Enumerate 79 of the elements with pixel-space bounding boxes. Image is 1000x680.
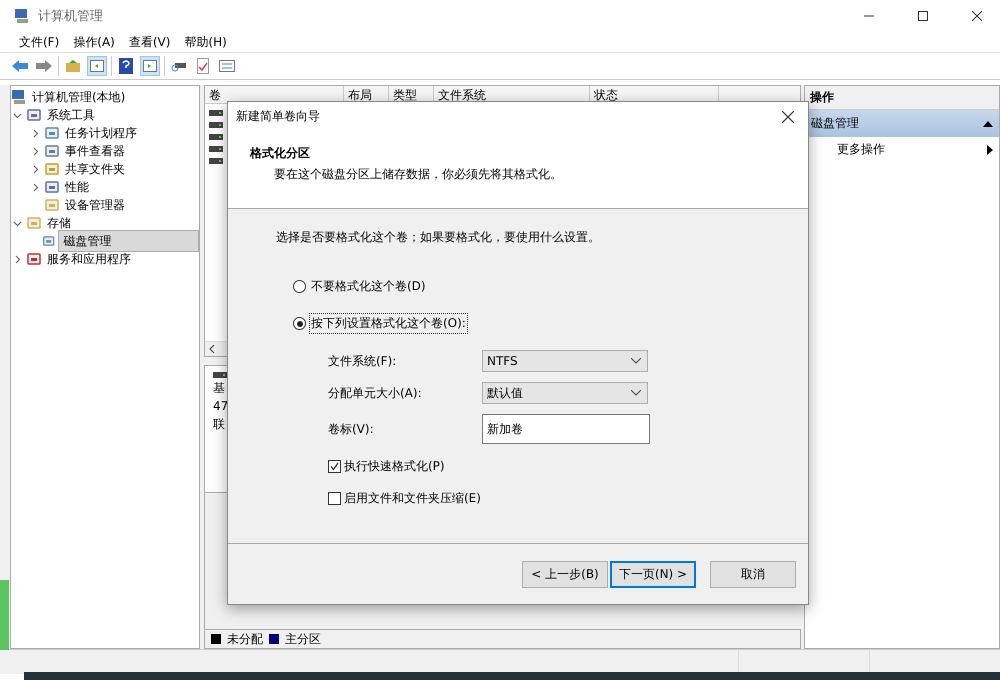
tree-item[interactable]: 磁盘管理 — [58, 230, 199, 252]
drive-icon — [209, 122, 223, 128]
menu-item[interactable]: 帮助(H) — [177, 32, 234, 52]
actions-header: 操作 — [805, 86, 999, 110]
radio-button[interactable] — [293, 317, 306, 330]
node-icon — [44, 179, 60, 195]
tree-item[interactable]: 共享文件夹 — [63, 160, 127, 178]
computer-icon — [11, 89, 27, 105]
tree-item[interactable]: 服务和应用程序 — [45, 250, 133, 268]
node-icon — [44, 143, 60, 159]
dropdown-caret-icon — [631, 358, 641, 364]
dialog-title: 新建简单卷向导 — [236, 108, 320, 125]
drive-icon — [209, 146, 223, 152]
next-button[interactable]: 下一页(N) > — [610, 560, 696, 588]
expand-chevron-icon[interactable] — [12, 254, 22, 264]
up-triangle-icon — [983, 120, 993, 126]
legend-label: 未分配 — [227, 630, 263, 648]
node-icon — [44, 161, 60, 177]
disk-info-text: 联 — [213, 416, 226, 432]
checkbox-label[interactable]: 执行快速格式化(P) — [344, 458, 445, 475]
node-icon — [26, 251, 42, 267]
close-icon — [972, 11, 982, 21]
legend-label: 主分区 — [285, 630, 321, 648]
dropdown-caret-icon — [631, 390, 641, 396]
collapse-chevron-icon[interactable] — [12, 218, 22, 228]
tree-item[interactable]: 任务计划程序 — [63, 124, 139, 142]
disk-info-text: 47 — [213, 398, 227, 414]
menu-item[interactable]: 操作(A) — [66, 32, 122, 52]
help-icon[interactable] — [116, 56, 136, 76]
window-title: 计算机管理 — [38, 8, 104, 25]
cancel-button[interactable]: 取消 — [710, 560, 796, 588]
node-icon — [26, 215, 42, 231]
tree-item[interactable]: 性能 — [63, 178, 91, 196]
computer-icon — [14, 8, 30, 24]
instruction-text: 选择是否要格式化这个卷；如果要格式化，要使用什么设置。 — [276, 229, 601, 246]
disk-info-text: 基 — [213, 380, 226, 396]
node-icon — [42, 233, 56, 249]
close-icon — [782, 110, 794, 122]
expand-chevron-icon[interactable] — [30, 128, 40, 138]
menu-item[interactable]: 查看(V) — [122, 32, 178, 52]
action-item[interactable]: 更多操作 — [805, 137, 999, 162]
desktop-background — [0, 580, 9, 650]
tree-item[interactable]: 存储 — [45, 214, 73, 232]
drive-icon — [209, 158, 223, 164]
drive-icon — [209, 134, 223, 140]
node-icon — [44, 197, 60, 213]
node-icon — [26, 107, 42, 123]
expand-chevron-icon[interactable] — [30, 164, 40, 174]
tree-item[interactable]: 设备管理器 — [63, 196, 127, 214]
radio-label[interactable]: 按下列设置格式化这个卷(O): — [309, 313, 468, 334]
radio-label[interactable]: 不要格式化这个卷(D) — [309, 276, 428, 297]
field-label: 文件系统(F): — [328, 352, 398, 370]
back-button[interactable]: < 上一步(B) — [522, 560, 608, 588]
page-heading: 格式化分区 — [250, 145, 311, 162]
node-icon — [44, 125, 60, 141]
console-tree-icon[interactable] — [87, 56, 107, 76]
expand-chevron-icon[interactable] — [30, 182, 40, 192]
maximize-icon — [918, 11, 928, 21]
expand-chevron-icon[interactable] — [30, 146, 40, 156]
input-field[interactable]: 新加卷 — [482, 414, 650, 444]
action-pane-icon[interactable] — [140, 56, 160, 76]
page-description: 要在这个磁盘分区上储存数据，你必须先将其格式化。 — [273, 166, 563, 183]
tree-item[interactable]: 计算机管理(本地) — [30, 88, 128, 106]
menu-item[interactable]: 文件(F) — [12, 32, 66, 52]
tree-item[interactable]: 事件查看器 — [63, 142, 127, 160]
tree-item[interactable]: 系统工具 — [45, 106, 97, 124]
dropdown[interactable]: 默认值 — [482, 382, 648, 404]
drive-icon — [213, 372, 227, 378]
radio-button[interactable] — [293, 280, 306, 293]
field-label: 分配单元大小(A): — [328, 384, 423, 402]
right-triangle-icon — [987, 144, 993, 154]
collapse-chevron-icon[interactable] — [12, 110, 22, 120]
checkbox[interactable] — [328, 460, 341, 473]
dropdown[interactable]: NTFS — [482, 350, 648, 372]
field-label: 卷标(V): — [328, 420, 375, 438]
left-caret-icon — [209, 345, 215, 353]
drive-icon — [209, 110, 223, 116]
checkbox-label[interactable]: 启用文件和文件夹压缩(E) — [344, 490, 481, 507]
checkbox[interactable] — [328, 492, 341, 505]
